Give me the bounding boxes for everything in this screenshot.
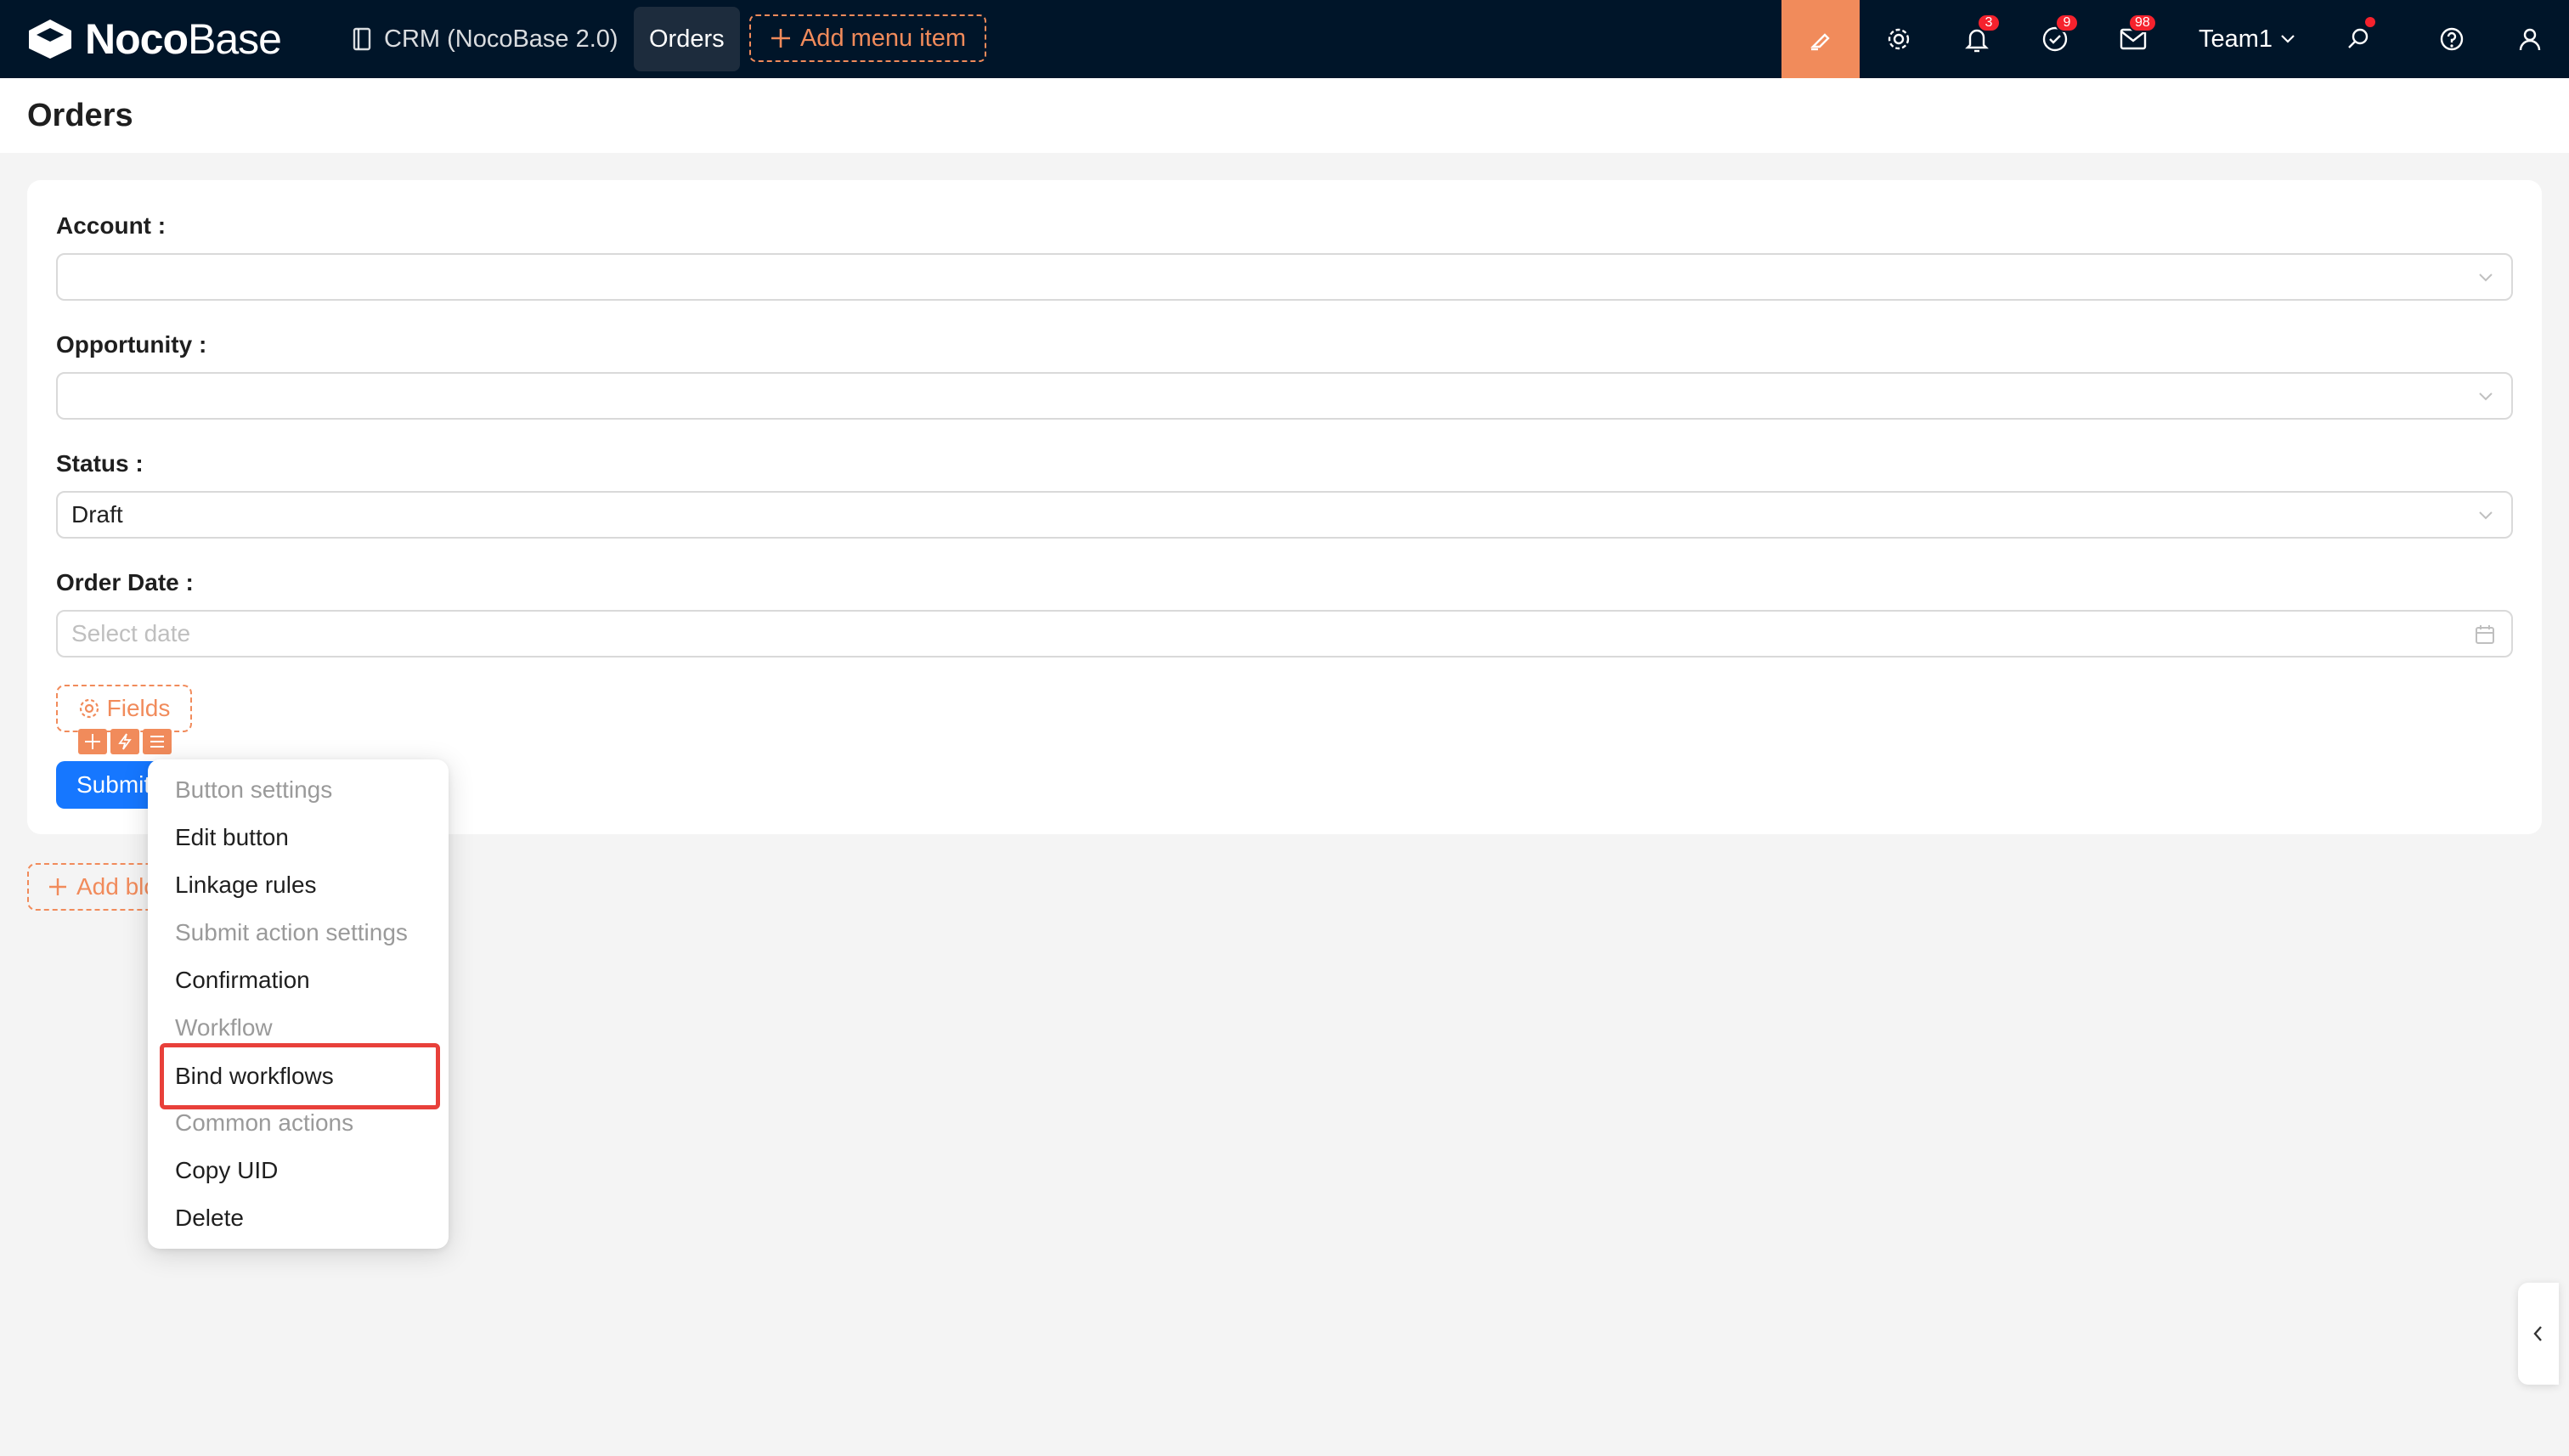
menu-group-button-settings: Button settings [175, 776, 333, 803]
submit-button-label: Submit [76, 771, 151, 798]
menu-item-orders-label: Orders [649, 25, 725, 53]
question-circle-icon [2440, 27, 2464, 51]
page-header: Orders [0, 78, 2569, 153]
gear-icon [79, 698, 99, 719]
opportunity-select[interactable] [56, 372, 2513, 420]
messages-button[interactable]: 98 [2094, 0, 2172, 78]
search-icon [2348, 28, 2369, 48]
menu-item-orders[interactable]: Orders [634, 7, 740, 71]
ui-editor-toggle[interactable] [1781, 0, 1860, 78]
logo-text: NocoBase [85, 15, 282, 63]
team-label: Team1 [2199, 25, 2273, 53]
menu-item-linkage-rules[interactable]: Linkage rules [175, 861, 317, 909]
add-menu-item-button[interactable]: Add menu item [749, 14, 986, 62]
menu-item-copy-uid[interactable]: Copy UID [175, 1147, 278, 1194]
notifications-button[interactable]: 3 [1938, 0, 2016, 78]
tasks-button[interactable]: 9 [2016, 0, 2094, 78]
plus-icon [49, 878, 66, 895]
fields-config-label: Fields [106, 695, 171, 721]
highlighter-icon [1810, 33, 1830, 51]
opportunity-label: Opportunity : [56, 331, 207, 358]
menu-item-crm-label: CRM (NocoBase 2.0) [384, 25, 618, 53]
button-settings-dropdown: Button settings Edit button Linkage rule… [148, 759, 449, 1249]
book-icon [353, 27, 371, 51]
team-switcher[interactable]: Team1 [2199, 0, 2296, 78]
chevron-down-icon [2479, 392, 2493, 401]
menu-lines-icon [150, 736, 164, 748]
settings-button[interactable] [1860, 0, 1938, 78]
action-toolbar [78, 729, 172, 754]
menu-group-common-actions: Common actions [175, 1109, 354, 1136]
logo-cube-icon [29, 20, 71, 59]
user-menu-button[interactable] [2491, 0, 2569, 78]
status-value: Draft [71, 501, 123, 528]
tasks-badge: 9 [2055, 14, 2079, 32]
menu-item-delete[interactable]: Delete [175, 1194, 244, 1242]
order-date-placeholder: Select date [71, 620, 191, 646]
menu-item-edit-button[interactable]: Edit button [175, 814, 289, 861]
search-button[interactable] [2319, 0, 2397, 78]
linkage-rules-shortcut[interactable] [110, 729, 139, 754]
menu-item-bind-workflows[interactable]: Bind workflows [175, 1052, 334, 1100]
nocobase-logo[interactable]: NocoBase [25, 15, 282, 63]
account-label: Account : [56, 212, 167, 239]
chevron-down-icon [2479, 511, 2493, 520]
account-select[interactable] [56, 253, 2513, 301]
gear-icon [1888, 28, 1910, 50]
drag-move-icon [85, 734, 100, 749]
chevron-down-icon [2479, 274, 2493, 282]
menu-item-crm[interactable]: CRM (NocoBase 2.0) [352, 0, 618, 78]
messages-badge: 98 [2128, 14, 2157, 32]
status-select[interactable]: Draft [56, 491, 2513, 539]
order-date-label: Order Date : [56, 569, 194, 595]
calendar-icon [2476, 625, 2494, 644]
search-dot-indicator [2365, 17, 2375, 27]
page-title: Orders [27, 97, 133, 133]
lightning-icon [118, 733, 132, 750]
chevron-down-icon [2281, 35, 2295, 43]
chevron-left-icon [2533, 1326, 2542, 1341]
add-menu-item-label: Add menu item [799, 24, 967, 52]
help-button[interactable] [2413, 0, 2491, 78]
drag-handle[interactable] [78, 729, 107, 754]
notifications-badge: 3 [1977, 14, 2001, 32]
status-label: Status : [56, 450, 144, 477]
plus-icon [771, 29, 790, 48]
user-icon [2519, 28, 2541, 51]
top-navigation-bar: NocoBase CRM (NocoBase 2.0) Orders Add m… [0, 0, 2569, 78]
side-panel-toggle[interactable] [2518, 1283, 2559, 1385]
settings-menu-trigger[interactable] [143, 729, 172, 754]
menu-item-confirmation[interactable]: Confirmation [175, 957, 310, 1004]
fields-config-button[interactable]: Fields [56, 685, 192, 732]
order-date-picker[interactable]: Select date [56, 610, 2513, 657]
form-block: Account : Opportunity : Status : Draft O… [27, 180, 2542, 834]
menu-group-submit-action-settings: Submit action settings [175, 919, 408, 945]
